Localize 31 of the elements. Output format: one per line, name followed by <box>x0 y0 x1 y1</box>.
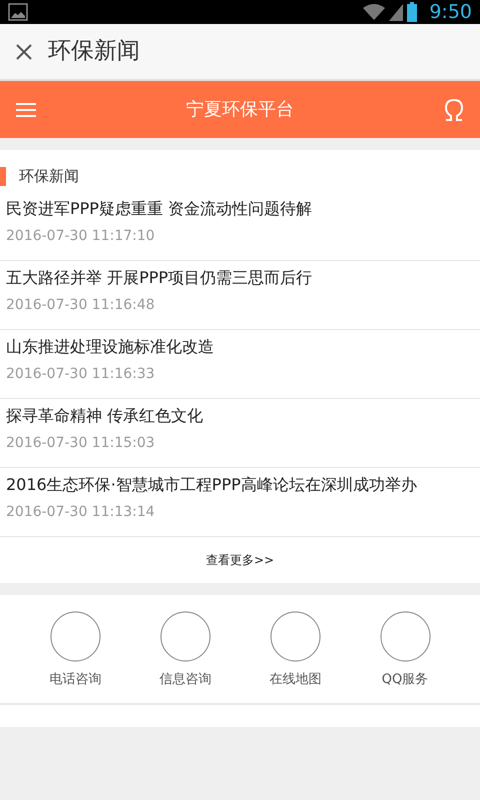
section-marker <box>0 166 6 186</box>
news-date: 2016-07-30 11:15:03 <box>6 434 156 453</box>
picture-icon <box>8 3 28 21</box>
section-heading: 环保新闻 <box>19 166 79 187</box>
service-label[interactable]: QQ服务 <box>382 670 428 690</box>
battery-icon <box>407 2 418 22</box>
more-link[interactable]: 查看更多>> <box>206 551 274 569</box>
service-icon[interactable] <box>270 611 321 662</box>
clock-time: 9:50 <box>429 0 472 24</box>
news-date: 2016-07-30 11:13:14 <box>6 503 156 522</box>
news-title[interactable]: 五大路径并举 开展PPP项目仍需三思而后行 <box>6 267 474 289</box>
header-title: 宁夏环保平台 <box>186 98 294 122</box>
close-icon[interactable] <box>16 44 32 60</box>
news-date: 2016-07-30 11:16:33 <box>6 365 156 384</box>
user-icon[interactable] <box>444 98 464 120</box>
service-label[interactable]: 信息咨询 <box>160 670 212 690</box>
signal-icon <box>389 3 404 21</box>
service-icon[interactable] <box>380 611 430 662</box>
news-title[interactable]: 2016生态环保·智慧城市工程PPP高峰论坛在深圳成功举办 <box>6 474 474 496</box>
service-icon[interactable] <box>160 611 211 662</box>
page-title: 环保新闻 <box>48 37 140 66</box>
news-title[interactable]: 探寻革命精神 传承红色文化 <box>6 405 474 427</box>
menu-icon[interactable] <box>16 102 36 118</box>
service-label[interactable]: 在线地图 <box>270 670 322 690</box>
news-date: 2016-07-30 11:17:10 <box>6 227 156 246</box>
wifi-icon <box>363 3 386 21</box>
news-date: 2016-07-30 11:16:48 <box>6 296 156 315</box>
news-title[interactable]: 山东推进处理设施标准化改造 <box>6 336 474 358</box>
service-icon[interactable] <box>50 611 101 662</box>
news-title[interactable]: 民资进军PPP疑虑重重 资金流动性问题待解 <box>6 198 474 220</box>
service-label[interactable]: 电话咨询 <box>50 670 102 690</box>
